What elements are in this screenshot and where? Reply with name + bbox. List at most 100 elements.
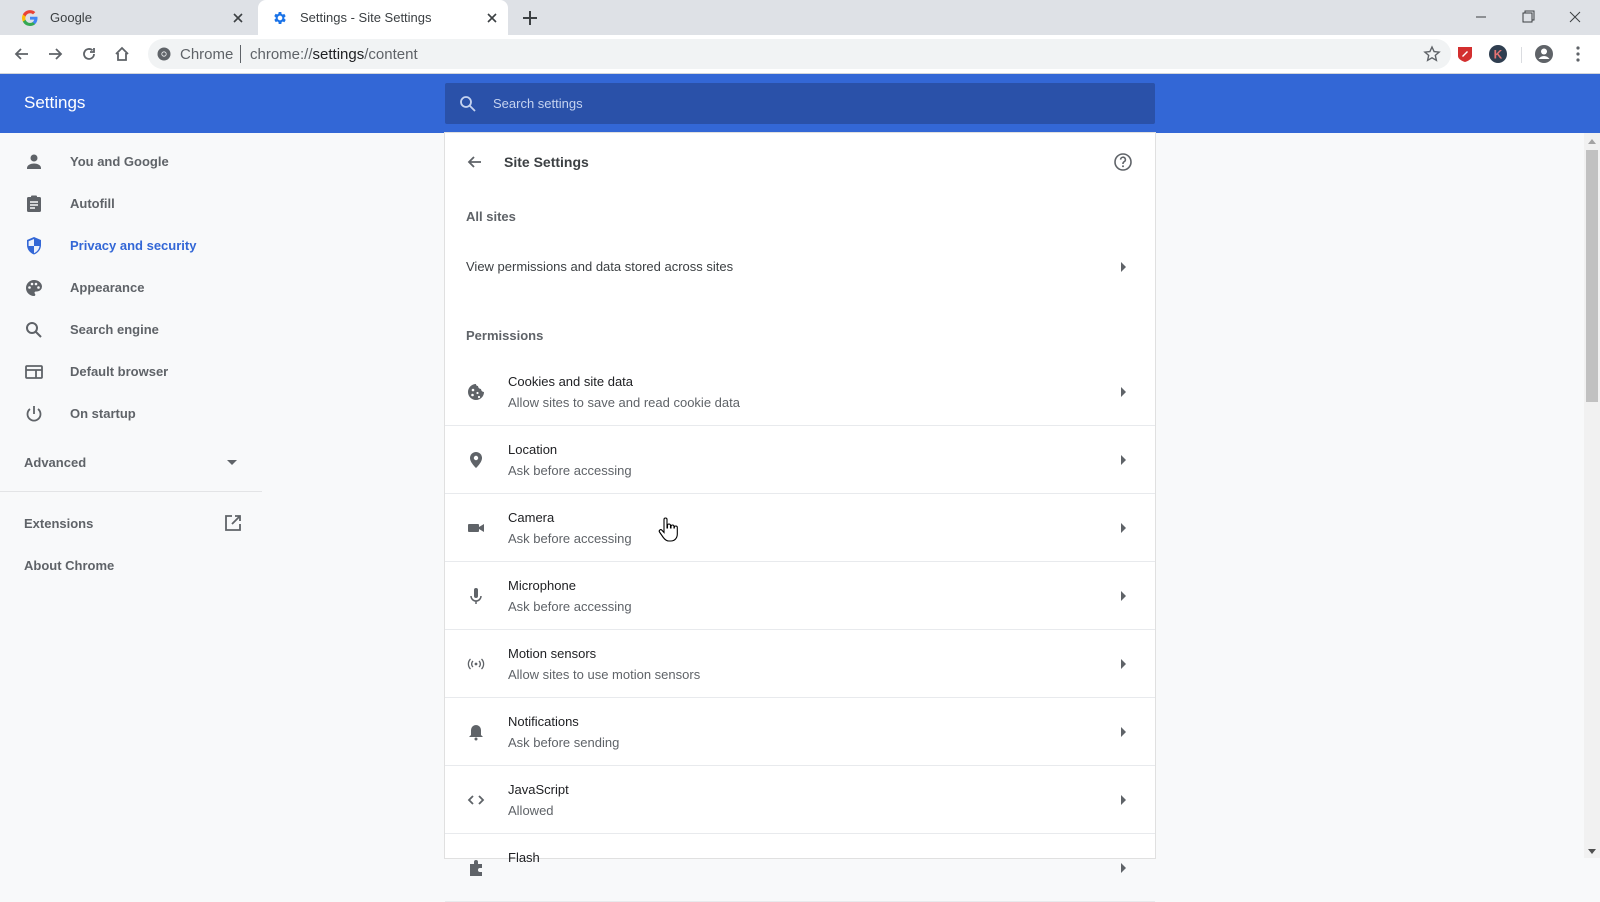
chevron-right-icon — [1121, 523, 1126, 533]
bookmark-star-icon[interactable] — [1423, 45, 1441, 63]
palette-icon — [26, 280, 42, 296]
sidebar-item-search-engine[interactable]: Search engine — [0, 310, 262, 350]
sidebar-item-label: Privacy and security — [70, 238, 197, 253]
browser-toolbar: Chrome chrome://settings/content K — [0, 35, 1600, 74]
settings-header: Settings — [0, 74, 1600, 133]
close-tab-icon[interactable] — [484, 10, 500, 26]
sidebar-advanced-toggle[interactable]: Advanced — [0, 443, 262, 483]
clipboard-icon — [27, 195, 41, 212]
search-settings-box[interactable] — [445, 83, 1155, 124]
help-icon[interactable] — [1113, 152, 1133, 172]
permission-title: Motion sensors — [508, 646, 597, 661]
search-icon — [26, 322, 42, 338]
sidebar-item-appearance[interactable]: Appearance — [0, 268, 262, 308]
bell-icon — [469, 725, 483, 741]
permission-row-microphone[interactable]: Microphone Ask before accessing — [445, 562, 1155, 630]
all-sites-link[interactable]: View permissions and data stored across … — [445, 243, 1155, 291]
scroll-down-arrow-icon[interactable] — [1588, 849, 1596, 854]
url-path: /content — [364, 46, 418, 63]
sidebar-item-about-chrome[interactable]: About Chrome — [24, 558, 114, 573]
search-icon — [460, 96, 476, 112]
permission-subtitle: Ask before accessing — [508, 599, 632, 614]
shield-extension-icon[interactable] — [1455, 44, 1475, 64]
permission-title: Cookies and site data — [508, 374, 634, 389]
new-tab-plus-icon[interactable] — [520, 8, 540, 28]
tab-google[interactable]: Google — [8, 0, 254, 35]
permission-row-location[interactable]: Location Ask before accessing — [445, 426, 1155, 494]
browser-window-icon — [25, 365, 43, 379]
permission-row-cookies[interactable]: Cookies and site data Allow sites to sav… — [445, 358, 1155, 426]
chevron-right-icon — [1121, 455, 1126, 465]
reload-icon[interactable] — [79, 44, 99, 64]
chevron-right-icon — [1121, 727, 1126, 737]
svg-text:K: K — [1494, 48, 1503, 62]
permission-subtitle: Allow sites to use motion sensors — [508, 667, 701, 682]
chrome-logo-icon — [157, 47, 171, 61]
permission-row-notifications[interactable]: Notifications Ask before sending — [445, 698, 1155, 766]
microphone-icon — [470, 588, 482, 604]
permission-title: JavaScript — [508, 782, 569, 797]
sidebar-item-extensions[interactable]: Extensions — [24, 516, 93, 531]
settings-title: Settings — [24, 93, 86, 112]
address-bar[interactable]: Chrome chrome://settings/content — [148, 39, 1451, 69]
sidebar-item-privacy-and-security[interactable]: Privacy and security — [0, 226, 262, 266]
sidebar-item-label: Appearance — [70, 280, 145, 295]
location-pin-icon — [470, 452, 482, 468]
minimize-icon[interactable] — [1466, 4, 1496, 30]
permission-row-motion-sensors[interactable]: Motion sensors Allow sites to use motion… — [445, 630, 1155, 698]
sidebar-item-default-browser[interactable]: Default browser — [0, 352, 262, 392]
chevron-right-icon — [1121, 659, 1126, 669]
site-settings-card: Site Settings All sites View permissions… — [445, 133, 1155, 902]
tab-title: Google — [50, 10, 92, 25]
open-in-new-icon[interactable] — [223, 513, 243, 533]
back-arrow-icon[interactable] — [12, 44, 32, 64]
sidebar-item-label: On startup — [70, 406, 136, 421]
tab-title: Settings - Site Settings — [300, 10, 432, 25]
url-text[interactable]: chrome://settings/content — [250, 46, 418, 63]
permission-row-camera[interactable]: Camera Ask before accessing — [445, 494, 1155, 562]
power-icon — [26, 406, 42, 422]
person-icon — [27, 154, 41, 169]
page-scrollbar[interactable] — [1584, 133, 1600, 858]
permissions-heading: Permissions — [466, 328, 544, 343]
all-sites-heading: All sites — [466, 209, 516, 224]
permission-subtitle: Allowed — [508, 803, 554, 818]
sidebar-item-you-and-google[interactable]: You and Google — [0, 142, 262, 182]
gear-icon — [274, 12, 286, 24]
permission-subtitle: Ask before accessing — [508, 531, 632, 546]
shield-icon — [27, 237, 41, 255]
sidebar-item-on-startup[interactable]: On startup — [0, 394, 262, 434]
security-chip: Chrome — [180, 46, 234, 63]
sidebar-item-label: You and Google — [70, 154, 169, 169]
permission-row-flash[interactable]: Flash — [445, 834, 1155, 902]
sidebar-divider — [0, 491, 262, 492]
search-settings-input[interactable] — [493, 83, 1133, 124]
profile-avatar-icon[interactable] — [1534, 44, 1554, 64]
back-arrow-icon[interactable] — [465, 152, 485, 172]
tab-settings[interactable]: Settings - Site Settings — [258, 0, 508, 35]
sidebar-item-autofill[interactable]: Autofill — [0, 184, 262, 224]
omnibox-separator — [240, 45, 241, 63]
close-tab-icon[interactable] — [230, 10, 246, 26]
permission-row-javascript[interactable]: JavaScript Allowed — [445, 766, 1155, 834]
restore-icon[interactable] — [1513, 4, 1543, 30]
page-title: Site Settings — [504, 154, 589, 170]
code-icon — [467, 795, 485, 805]
home-icon[interactable] — [112, 44, 132, 64]
sidebar-item-label: Autofill — [70, 196, 115, 211]
more-menu-icon[interactable] — [1568, 44, 1588, 64]
chevron-right-icon — [1121, 387, 1126, 397]
close-window-icon[interactable] — [1560, 4, 1590, 30]
permission-subtitle: Ask before accessing — [508, 463, 632, 478]
chevron-down-icon — [227, 460, 237, 465]
scroll-up-arrow-icon[interactable] — [1588, 139, 1596, 144]
toolbar-divider — [1521, 47, 1522, 63]
url-scheme: chrome:// — [250, 46, 313, 63]
permission-title: Microphone — [508, 578, 576, 593]
chevron-right-icon — [1121, 863, 1126, 873]
permission-subtitle: Allow sites to save and read cookie data — [508, 395, 740, 410]
forward-arrow-icon[interactable] — [45, 44, 65, 64]
scrollbar-thumb[interactable] — [1586, 150, 1598, 402]
k-extension-icon[interactable]: K — [1488, 44, 1508, 64]
permission-title: Location — [508, 442, 558, 457]
